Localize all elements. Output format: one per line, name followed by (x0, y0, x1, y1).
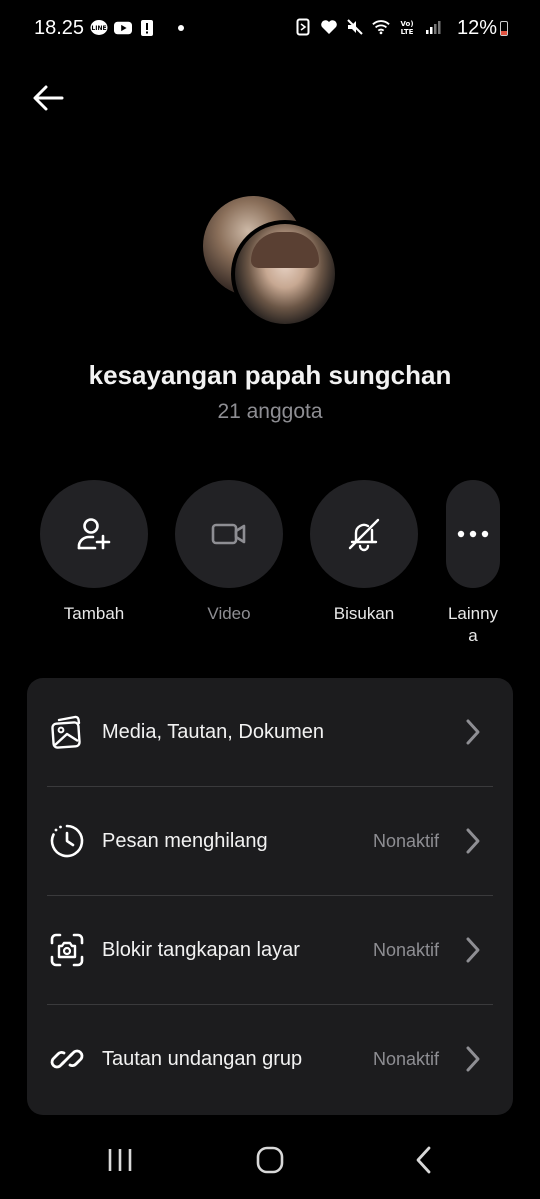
battery-indicator: 12% (457, 17, 508, 40)
avatar-photo (235, 224, 335, 324)
back-icon (416, 1146, 431, 1174)
link-icon (49, 1041, 85, 1077)
settings-row-invite-link-value: Nonaktif (372, 1048, 439, 1069)
bell-off-icon (348, 518, 380, 552)
back-button[interactable] (28, 80, 68, 116)
heart-icon (320, 18, 338, 36)
more-label: Lainnya (447, 604, 499, 645)
group-avatar[interactable] (203, 196, 339, 330)
video-action[interactable]: Video (175, 480, 283, 625)
mute-label: Bisukan (333, 604, 395, 623)
battery-icon (500, 21, 508, 36)
timer-icon (49, 823, 85, 859)
chevron-right-icon (461, 827, 485, 855)
add-member-label: Tambah (63, 604, 125, 623)
status-right-icons: Vo) LTE (294, 18, 442, 36)
more-action[interactable]: Lainnya (445, 480, 501, 647)
avatar-front (231, 220, 339, 328)
nfc-icon (294, 18, 312, 36)
line-icon: LINE (90, 19, 108, 37)
recents-button[interactable] (98, 1140, 142, 1180)
wifi-icon (372, 18, 390, 36)
settings-row-media-label: Media, Tautan, Dokumen (102, 720, 324, 743)
volte-icon: Vo) LTE (398, 18, 416, 36)
chevron-right-icon (461, 1045, 485, 1073)
status-left-icons: LINE (90, 19, 184, 37)
home-button[interactable] (248, 1140, 292, 1180)
video-label: Video (207, 604, 251, 623)
svg-text:LTE: LTE (401, 28, 414, 36)
group-name: kesayangan papah sungchan (88, 360, 452, 390)
home-icon (256, 1146, 284, 1174)
settings-row-invite-link-label: Tautan undangan grup (102, 1047, 303, 1070)
settings-row-disappearing-value: Nonaktif (372, 830, 439, 851)
chevron-right-icon (461, 936, 485, 964)
add-member-button[interactable] (40, 480, 148, 588)
system-nav-bar (0, 1130, 540, 1190)
settings-row-screenshot-value: Nonaktif (372, 939, 439, 960)
chevron-right-icon (461, 718, 485, 746)
video-button[interactable] (175, 480, 283, 588)
media-gallery-icon (49, 714, 85, 750)
alert-icon (138, 19, 156, 37)
settings-card: Media, Tautan, Dokumen Pesan menghilang … (27, 678, 513, 1115)
arrow-left-icon (33, 85, 64, 111)
mute-action[interactable]: Bisukan (310, 480, 418, 625)
settings-row-screenshot-label: Blokir tangkapan layar (102, 938, 300, 961)
more-button[interactable] (446, 480, 500, 588)
status-bar: 18.25 LINE Vo) LTE 12% (0, 0, 540, 58)
recents-icon (108, 1149, 132, 1171)
svg-text:LINE: LINE (91, 25, 106, 32)
screenshot-block-icon (49, 932, 85, 968)
settings-row-media[interactable]: Media, Tautan, Dokumen (27, 678, 513, 786)
settings-row-screenshot[interactable]: Blokir tangkapan layar Nonaktif (27, 896, 513, 1004)
mute-icon (346, 18, 364, 36)
nav-back-button[interactable] (402, 1140, 446, 1180)
settings-row-invite-link[interactable]: Tautan undangan grup Nonaktif (27, 1005, 513, 1113)
mute-button[interactable] (310, 480, 418, 588)
member-count: 21 anggota (217, 400, 323, 423)
svg-text:Vo): Vo) (400, 20, 413, 28)
status-time: 18.25 (34, 17, 85, 39)
video-camera-icon (211, 523, 246, 545)
add-member-action[interactable]: Tambah (40, 480, 148, 625)
dot-icon (178, 25, 184, 31)
signal-icon (424, 18, 442, 36)
battery-percent: 12% (456, 17, 497, 39)
settings-row-disappearing-label: Pesan menghilang (102, 829, 268, 852)
add-user-icon (77, 518, 111, 550)
youtube-icon (114, 19, 132, 37)
more-icon (457, 530, 489, 538)
settings-row-disappearing[interactable]: Pesan menghilang Nonaktif (27, 787, 513, 895)
